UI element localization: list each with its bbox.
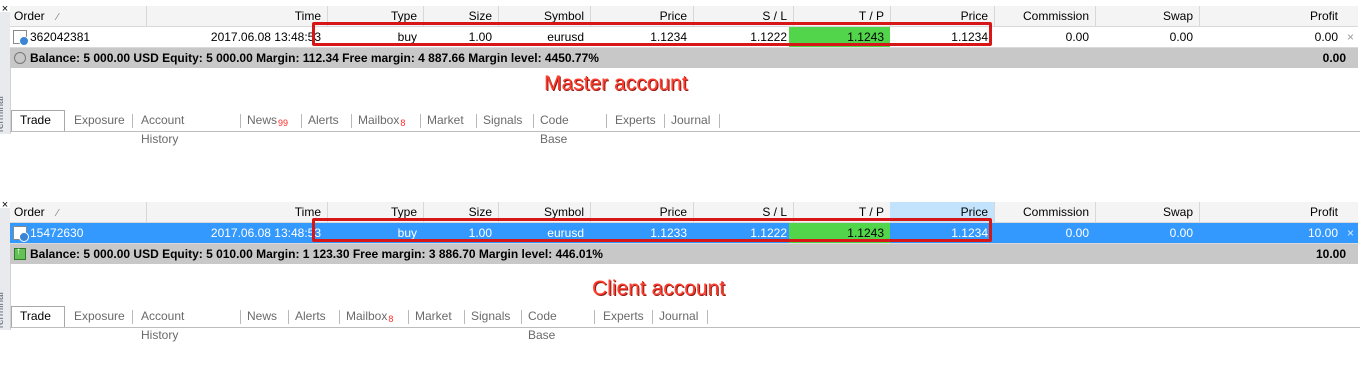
tab-news[interactable]: News	[239, 307, 285, 326]
table-header: Order ⁄ Time Type Size Symbol Price S / L…	[10, 6, 1358, 27]
tab-mailbox[interactable]: Mailbox8	[338, 307, 401, 326]
green-up-arrow-icon	[14, 246, 26, 260]
tab-exposure[interactable]: Exposure	[66, 111, 133, 130]
tab-trade[interactable]: Trade	[11, 306, 65, 327]
order-symbol: eurusd	[547, 30, 584, 44]
order-time: 2017.06.08 13:48:53	[210, 226, 321, 240]
order-swap: 0.00	[1169, 30, 1193, 44]
header-price[interactable]: Price	[594, 202, 694, 222]
header-time[interactable]: Time	[143, 6, 328, 26]
order-type: buy	[397, 226, 417, 240]
header-sl[interactable]: S / L	[694, 202, 794, 222]
tab-mailbox[interactable]: Mailbox8	[350, 111, 413, 130]
sort-icon: ⁄	[56, 208, 59, 219]
header-sl[interactable]: S / L	[694, 6, 794, 26]
tab-separator	[707, 310, 708, 324]
header-type[interactable]: Type	[327, 202, 424, 222]
header-size[interactable]: Size	[419, 202, 499, 222]
order-size: 1.00	[468, 30, 492, 44]
order-row[interactable]: 362042381 2017.06.08 13:48:53 buy 1.00 e…	[10, 27, 1358, 48]
client-account-label: Client account	[592, 277, 726, 300]
order-row[interactable]: 15472630 2017.06.08 13:48:53 buy 1.00 eu…	[10, 223, 1358, 244]
tab-code-base[interactable]: Code Base	[520, 307, 565, 342]
order-id: 362042381	[30, 30, 91, 44]
order-symbol: eurusd	[547, 226, 584, 240]
order-tp: 1.1243	[789, 27, 890, 47]
tab-experts[interactable]: Experts	[607, 111, 664, 130]
header-order[interactable]: Order ⁄	[10, 202, 147, 222]
header-swap[interactable]: Swap	[1094, 202, 1200, 222]
order-type: buy	[397, 30, 417, 44]
order-price-current: 1.1234	[951, 226, 988, 240]
header-swap[interactable]: Swap	[1094, 6, 1200, 26]
order-sl: 1.1222	[750, 30, 787, 44]
order-price: 1.1233	[650, 226, 687, 240]
tab-market[interactable]: Market	[419, 111, 472, 130]
tab-market[interactable]: Market	[407, 307, 460, 326]
tab-account-history[interactable]: Account History	[133, 307, 192, 342]
order-sl: 1.1222	[750, 226, 787, 240]
mailbox-badge: 8	[400, 118, 406, 128]
master-panel: × Terminal Order ⁄ Time Type Size Symbol …	[0, 0, 1360, 146]
header-price[interactable]: Price	[594, 6, 694, 26]
tab-code-base[interactable]: Code Base	[532, 111, 577, 146]
header-price2[interactable]: Price	[890, 6, 995, 26]
tab-journal[interactable]: Journal	[651, 307, 706, 326]
header-order[interactable]: Order ⁄	[10, 6, 147, 26]
table-header: Order ⁄ Time Type Size Symbol Price S / L…	[10, 202, 1358, 223]
sort-icon: ⁄	[56, 12, 59, 23]
balance-summary-total: 0.00	[1322, 51, 1346, 65]
header-size[interactable]: Size	[419, 6, 499, 26]
header-type[interactable]: Type	[327, 6, 424, 26]
order-size: 1.00	[468, 226, 492, 240]
tab-separator	[719, 114, 720, 128]
panel-bottom-border	[10, 327, 1360, 328]
header-profit[interactable]: Profit	[1198, 6, 1344, 26]
order-profit: 10.00	[1307, 226, 1338, 240]
master-account-label: Master account	[544, 72, 688, 95]
header-commission[interactable]: Commission	[993, 6, 1096, 26]
header-symbol[interactable]: Symbol	[492, 6, 591, 26]
news-badge: 99	[278, 118, 289, 128]
client-panel: × Terminal Order ⁄ Time Type Size Symbol …	[0, 196, 1360, 342]
tab-alerts[interactable]: Alerts	[300, 111, 347, 130]
circle-status-icon	[14, 52, 26, 64]
header-symbol[interactable]: Symbol	[492, 202, 591, 222]
header-tp[interactable]: T / P	[789, 202, 891, 222]
close-order-icon[interactable]: ×	[1343, 27, 1358, 47]
balance-summary-text: Balance: 5 000.00 USD Equity: 5 010.00 M…	[30, 247, 603, 261]
balance-summary-row: Balance: 5 000.00 USD Equity: 5 000.00 M…	[10, 48, 1358, 68]
balance-summary-total: 10.00	[1315, 247, 1346, 261]
tab-signals[interactable]: Signals	[463, 307, 518, 326]
order-time: 2017.06.08 13:48:53	[210, 30, 321, 44]
tab-exposure[interactable]: Exposure	[66, 307, 133, 326]
order-commission: 0.00	[1065, 30, 1089, 44]
tab-journal[interactable]: Journal	[663, 111, 718, 130]
header-tp[interactable]: T / P	[789, 6, 891, 26]
tab-trade[interactable]: Trade	[11, 110, 65, 131]
balance-summary-text: Balance: 5 000.00 USD Equity: 5 000.00 M…	[30, 51, 599, 65]
order-id: 15472630	[30, 226, 84, 240]
tab-account-history[interactable]: Account History	[133, 111, 192, 146]
tab-experts[interactable]: Experts	[595, 307, 652, 326]
balance-summary-row: Balance: 5 000.00 USD Equity: 5 010.00 M…	[10, 244, 1358, 264]
order-commission: 0.00	[1065, 226, 1089, 240]
tab-alerts[interactable]: Alerts	[287, 307, 334, 326]
order-profit: 0.00	[1314, 30, 1338, 44]
order-swap: 0.00	[1169, 226, 1193, 240]
order-document-icon	[13, 30, 29, 46]
panel-bottom-border	[10, 131, 1360, 132]
tab-news[interactable]: News99	[239, 111, 296, 130]
tab-signals[interactable]: Signals	[475, 111, 530, 130]
order-price-current: 1.1234	[951, 30, 988, 44]
close-order-icon[interactable]: ×	[1343, 223, 1358, 243]
order-tp: 1.1243	[789, 223, 890, 243]
header-commission[interactable]: Commission	[993, 202, 1096, 222]
mailbox-badge: 8	[388, 314, 394, 324]
header-price2[interactable]: Price	[890, 202, 995, 222]
header-time[interactable]: Time	[143, 202, 328, 222]
order-price: 1.1234	[650, 30, 687, 44]
header-profit[interactable]: Profit	[1198, 202, 1344, 222]
order-document-icon	[13, 226, 29, 242]
